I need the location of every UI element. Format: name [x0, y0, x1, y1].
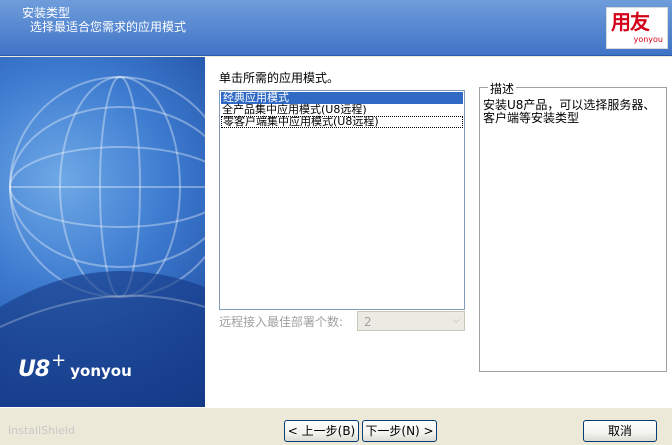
u8-brand: U8 + yonyou — [18, 350, 132, 382]
wizard-footer: InstallShield < 上一步(B) 下一步(N) > 取消 — [0, 407, 672, 445]
remote-count-value: 2 — [364, 315, 372, 329]
logo-sub-text: yonyou — [633, 35, 663, 44]
yonyou-logo: 用友 yonyou — [606, 7, 668, 49]
description-group: 描述 安装U8产品，可以选择服务器、客户端等安装类型 — [479, 80, 667, 372]
mode-prompt: 单击所需的应用模式。 — [219, 71, 340, 85]
globe-graphic — [0, 76, 205, 407]
u8-yonyou-text: yonyou — [70, 362, 132, 380]
content-area: 单击所需的应用模式。 经典应用模式 全产品集中应用模式(U8远程) 零客户端集中… — [205, 57, 672, 407]
u8-text: U8 — [18, 357, 50, 382]
next-button[interactable]: 下一步(N) > — [362, 420, 437, 442]
chevron-down-icon: ⌵ — [452, 315, 460, 326]
mode-item-zero-client[interactable]: 零客户端集中应用模式(U8远程) — [221, 116, 463, 128]
wizard-header: 安装类型 选择最适合您需求的应用模式 用友 yonyou — [0, 0, 672, 56]
side-banner: U8 + yonyou — [0, 57, 205, 407]
page-title: 安装类型 — [22, 6, 71, 20]
mode-listbox[interactable]: 经典应用模式 全产品集中应用模式(U8远程) 零客户端集中应用模式(U8远程) — [219, 90, 465, 310]
page-subtitle: 选择最适合您需求的应用模式 — [30, 20, 187, 34]
description-legend: 描述 — [488, 80, 517, 97]
cancel-button[interactable]: 取消 — [583, 420, 657, 442]
back-button[interactable]: < 上一步(B) — [284, 420, 359, 442]
logo-main-text: 用友 — [611, 10, 650, 34]
remote-count-select[interactable]: 2 ⌵ — [357, 311, 465, 331]
description-text: 安装U8产品，可以选择服务器、客户端等安装类型 — [483, 98, 656, 125]
u8-plus: + — [51, 350, 67, 371]
remote-count-label: 远程接入最佳部署个数: — [219, 315, 344, 329]
installshield-label: InstallShield — [8, 424, 75, 437]
